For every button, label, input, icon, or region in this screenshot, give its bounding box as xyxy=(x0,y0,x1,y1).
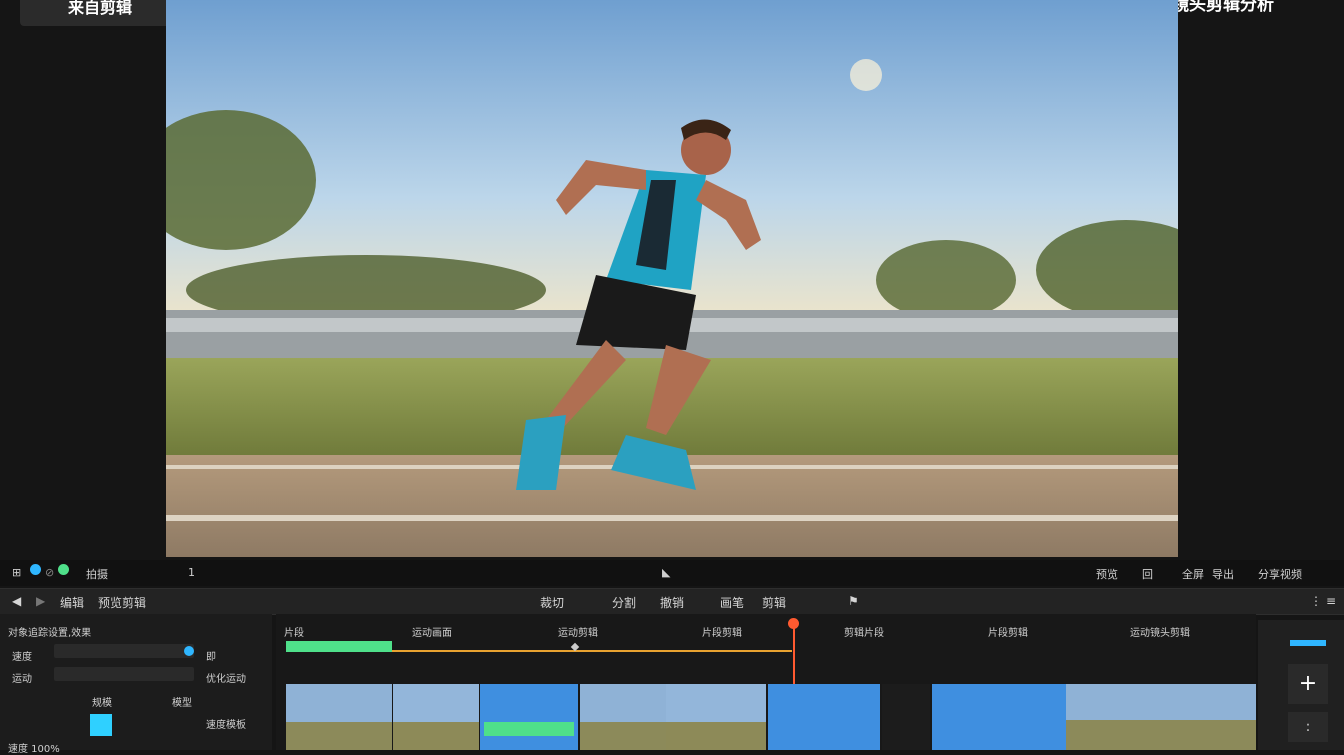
swap-icon[interactable]: ⊘ xyxy=(45,566,54,579)
playback-controls: ⊞ ⊘ 拍摄 1 ◣ 预览 回 全屏 导出 分享视频 xyxy=(0,560,1344,586)
undo-tool[interactable]: 撤销 xyxy=(660,594,684,611)
clip-thumbnail[interactable] xyxy=(286,684,392,750)
ruler-label: 运动镜头剪辑 xyxy=(1130,628,1190,639)
flag-icon[interactable]: ⚑ xyxy=(848,594,859,608)
speed-value: 即 xyxy=(206,652,216,663)
fullscreen-button[interactable]: 全屏 xyxy=(1182,566,1204,582)
speed-label: 速度 xyxy=(12,652,32,663)
more-icon[interactable]: ⋮ xyxy=(1310,594,1322,608)
ruler-label: 剪辑片段 xyxy=(844,628,884,639)
motion-field[interactable] xyxy=(54,667,194,681)
app-title: 来自剪辑 xyxy=(68,0,133,17)
speed-percent: 速度 100% xyxy=(8,744,60,755)
clip-thumbnail[interactable] xyxy=(1066,684,1256,750)
scale-column: 规模 xyxy=(92,698,112,709)
export-button[interactable]: 导出 xyxy=(1212,566,1234,582)
clip-thumbnail[interactable] xyxy=(393,684,479,750)
preview-edit-label[interactable]: 预览剪辑 xyxy=(98,594,146,611)
scale-swatch[interactable] xyxy=(90,714,112,736)
video-preview[interactable] xyxy=(166,0,1178,557)
frame-counter: 1 xyxy=(188,566,195,579)
gap-segment xyxy=(882,684,930,750)
orange-range-line xyxy=(392,650,792,652)
back-icon[interactable]: ◀ xyxy=(12,594,21,608)
edit-title: 编辑 xyxy=(60,596,85,610)
green-range-bar[interactable] xyxy=(286,641,392,652)
ruler-label: 片段 xyxy=(284,628,304,639)
blue-clip[interactable] xyxy=(932,684,1066,750)
motion-label: 运动 xyxy=(12,674,32,685)
capture-label: 拍摄 xyxy=(86,568,108,581)
motion-value: 优化运动 xyxy=(206,674,246,685)
template-label: 速度模板 xyxy=(206,720,246,731)
clip-thumbnail[interactable] xyxy=(580,684,666,750)
selected-clip[interactable] xyxy=(480,684,578,750)
green-dot-icon[interactable] xyxy=(58,564,69,575)
menu-icon[interactable]: ≡ xyxy=(1326,594,1336,608)
ruler-label: 片段剪辑 xyxy=(988,628,1028,639)
forward-icon[interactable]: ▶ xyxy=(36,594,45,608)
blue-dot-icon[interactable] xyxy=(30,564,41,575)
speed-slider[interactable] xyxy=(54,644,194,658)
right-tools-panel: + : xyxy=(1258,620,1344,750)
blue-clip[interactable] xyxy=(768,684,880,750)
edit-toolbar: ◀ ▶ 编辑 预览剪辑 裁切 分割 撤销 画笔 剪辑 ⚑ ⋮ ≡ xyxy=(0,588,1344,615)
properties-panel: 对象追踪设置,效果 速度 即 运动 优化运动 规模 模型 速度模板 速度 100… xyxy=(0,614,272,755)
edit-center-label: 剪辑 xyxy=(762,596,787,610)
split-tool[interactable]: 分割 xyxy=(612,594,636,611)
preview-frame xyxy=(166,0,1178,557)
model-column: 模型 xyxy=(172,698,192,709)
pen-tool[interactable]: 画笔 xyxy=(720,594,744,611)
panel-heading: 对象追踪设置,效果 xyxy=(8,628,92,639)
loop-button[interactable]: 回 xyxy=(1142,566,1153,582)
clip-thumbnail[interactable] xyxy=(666,684,766,750)
ruler-label: 运动剪辑 xyxy=(558,628,598,639)
ruler-label: 片段剪辑 xyxy=(702,628,742,639)
preview-button[interactable]: 预览 xyxy=(1096,566,1118,582)
share-button[interactable]: 分享视频 xyxy=(1258,566,1302,582)
playhead-icon[interactable]: ◣ xyxy=(662,566,670,579)
more-button[interactable]: : xyxy=(1288,712,1328,742)
layout-icon[interactable]: ⊞ xyxy=(12,566,21,579)
ruler-label: 运动画面 xyxy=(412,628,452,639)
speed-slider-handle[interactable] xyxy=(184,646,194,656)
crop-tool[interactable]: 裁切 xyxy=(540,594,564,611)
blue-indicator xyxy=(1290,640,1326,646)
add-button[interactable]: + xyxy=(1288,664,1328,704)
